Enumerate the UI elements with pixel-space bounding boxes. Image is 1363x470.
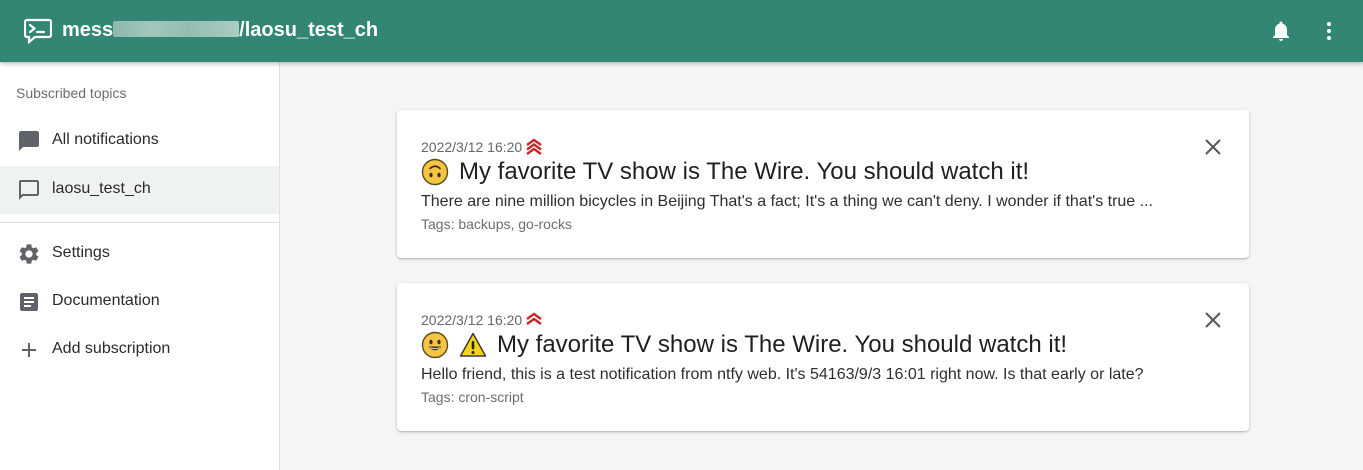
gear-icon: [19, 244, 39, 264]
notification-message: Hello friend, this is a test notificatio…: [421, 366, 1144, 383]
app-bar: mess/laosu_test_ch: [0, 0, 1363, 62]
notification-tags: Tags: cron-script: [421, 389, 524, 405]
grinning-face-icon: [421, 331, 449, 359]
sidebar-divider: [0, 222, 279, 223]
plus-icon: [22, 343, 36, 357]
terminal-icon: [24, 18, 52, 44]
title-prefix: mess: [62, 19, 114, 41]
sidebar-item-label: laosu_test_ch: [52, 180, 151, 197]
sidebar-item-laosu-test-ch[interactable]: laosu_test_ch: [0, 166, 279, 214]
sidebar-item-documentation[interactable]: Documentation: [0, 278, 279, 326]
sidebar-item-all-notifications[interactable]: All notifications: [0, 117, 279, 165]
notification-title: My favorite TV show is The Wire. You sho…: [421, 158, 1029, 186]
upside-down-face-icon: [421, 158, 449, 186]
title-text: My favorite TV show is The Wire. You sho…: [497, 331, 1068, 358]
warning-icon: [459, 332, 487, 357]
title-text: My favorite TV show is The Wire. You sho…: [459, 158, 1030, 185]
sidebar-header: Subscribed topics: [16, 85, 127, 101]
bell-icon[interactable]: [1269, 19, 1293, 43]
sidebar-item-settings[interactable]: Settings: [0, 230, 279, 278]
sidebar-item-label: Add subscription: [52, 340, 171, 357]
notification-message: There are nine million bicycles in Beiji…: [421, 193, 1153, 210]
document-icon: [20, 293, 38, 311]
redacted-text: [113, 21, 240, 37]
notification-card: 2022/3/12 16:20 My favorite TV show is T…: [397, 110, 1249, 258]
sidebar-item-label: All notifications: [52, 131, 159, 148]
sidebar-item-label: Settings: [52, 244, 110, 261]
notification-date: 2022/3/12 16:20: [421, 312, 523, 328]
sidebar-item-add-subscription[interactable]: Add subscription: [0, 326, 279, 374]
notification-date: 2022/3/12 16:20: [421, 139, 523, 155]
sidebar: Subscribed topics All notifications laos…: [0, 62, 280, 470]
close-icon[interactable]: [1201, 135, 1225, 159]
priority-high-icon: [526, 312, 542, 325]
more-vert-icon[interactable]: [1317, 19, 1341, 43]
notification-card: 2022/3/12 16:20 My favorite TV show is T…: [397, 283, 1249, 431]
page-title: mess/laosu_test_ch: [62, 19, 378, 42]
notification-tags: Tags: backups, go-rocks: [421, 216, 572, 232]
notification-title: My favorite TV show is The Wire. You sho…: [421, 331, 1067, 359]
close-icon[interactable]: [1201, 308, 1225, 332]
priority-max-icon: [526, 138, 542, 155]
chat-outline-icon: [19, 180, 39, 200]
title-suffix: /laosu_test_ch: [239, 19, 379, 41]
chat-icon: [19, 131, 39, 151]
sidebar-item-label: Documentation: [52, 292, 160, 309]
